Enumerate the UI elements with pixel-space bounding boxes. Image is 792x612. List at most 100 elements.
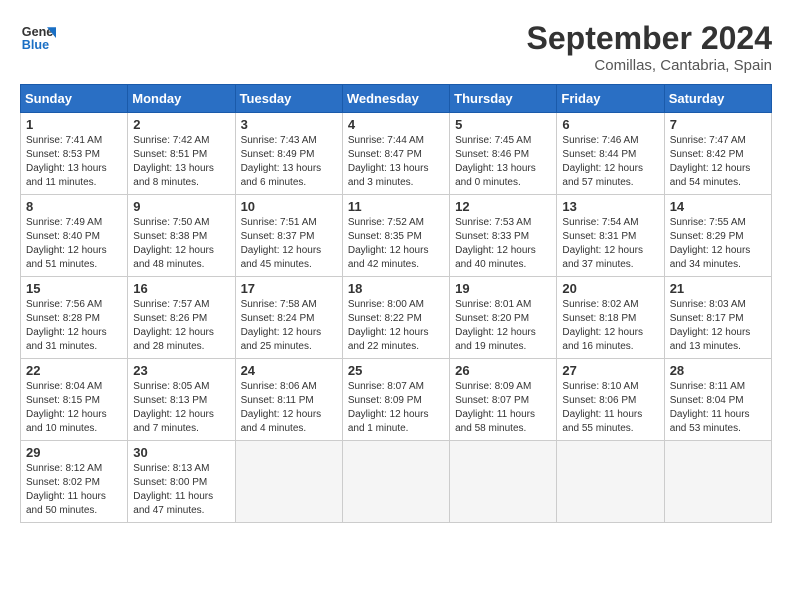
weekday-header-saturday: Saturday	[664, 85, 771, 113]
day-number: 26	[455, 363, 551, 378]
day-number: 17	[241, 281, 337, 296]
day-number: 9	[133, 199, 229, 214]
day-number: 7	[670, 117, 766, 132]
logo-icon: General Blue	[20, 20, 56, 56]
calendar-header-row: SundayMondayTuesdayWednesdayThursdayFrid…	[21, 85, 772, 113]
cell-info: Sunrise: 7:51 AMSunset: 8:37 PMDaylight:…	[241, 216, 337, 272]
calendar-cell	[235, 441, 342, 523]
day-number: 25	[348, 363, 444, 378]
calendar-cell: 16 Sunrise: 7:57 AMSunset: 8:26 PMDayligh…	[128, 277, 235, 359]
calendar-cell: 19 Sunrise: 8:01 AMSunset: 8:20 PMDayligh…	[450, 277, 557, 359]
cell-info: Sunrise: 7:54 AMSunset: 8:31 PMDaylight:…	[562, 216, 658, 272]
calendar-cell: 14Sunrise: 7:55 AMSunset: 8:29 PMDayligh…	[664, 195, 771, 277]
day-number: 1	[26, 117, 122, 132]
day-number: 3	[241, 117, 337, 132]
cell-info: Sunrise: 8:05 AMSunset: 8:13 PMDaylight:…	[133, 380, 229, 436]
weekday-header-sunday: Sunday	[21, 85, 128, 113]
calendar-cell: 28 Sunrise: 8:11 AMSunset: 8:04 PMDayligh…	[664, 359, 771, 441]
calendar-week-row: 15 Sunrise: 7:56 AMSunset: 8:28 PMDayligh…	[21, 277, 772, 359]
cell-info: Sunrise: 7:43 AMSunset: 8:49 PMDaylight:…	[241, 134, 337, 190]
day-number: 5	[455, 117, 551, 132]
calendar-cell	[664, 441, 771, 523]
day-number: 23	[133, 363, 229, 378]
cell-info: Sunrise: 8:12 AMSunset: 8:02 PMDaylight:…	[26, 462, 122, 518]
cell-info: Sunrise: 8:02 AMSunset: 8:18 PMDaylight:…	[562, 298, 658, 354]
calendar-cell: 24 Sunrise: 8:06 AMSunset: 8:11 PMDayligh…	[235, 359, 342, 441]
cell-info: Sunrise: 7:41 AMSunset: 8:53 PMDaylight:…	[26, 134, 122, 190]
day-number: 30	[133, 445, 229, 460]
calendar-cell: 9 Sunrise: 7:50 AMSunset: 8:38 PMDaylight…	[128, 195, 235, 277]
calendar-cell: 18 Sunrise: 8:00 AMSunset: 8:22 PMDayligh…	[342, 277, 449, 359]
calendar-cell: 7 Sunrise: 7:47 AMSunset: 8:42 PMDaylight…	[664, 113, 771, 195]
cell-info: Sunrise: 8:06 AMSunset: 8:11 PMDaylight:…	[241, 380, 337, 436]
cell-info: Sunrise: 8:00 AMSunset: 8:22 PMDaylight:…	[348, 298, 444, 354]
cell-info: Sunrise: 8:04 AMSunset: 8:15 PMDaylight:…	[26, 380, 122, 436]
title-block: September 2024 Comillas, Cantabria, Spai…	[527, 20, 772, 74]
cell-info: Sunrise: 7:52 AMSunset: 8:35 PMDaylight:…	[348, 216, 444, 272]
day-number: 21	[670, 281, 766, 296]
calendar-cell: 23 Sunrise: 8:05 AMSunset: 8:13 PMDayligh…	[128, 359, 235, 441]
cell-info: Sunrise: 8:13 AMSunset: 8:00 PMDaylight:…	[133, 462, 229, 518]
day-number: 4	[348, 117, 444, 132]
day-number: 16	[133, 281, 229, 296]
calendar-cell: 10 Sunrise: 7:51 AMSunset: 8:37 PMDayligh…	[235, 195, 342, 277]
calendar-cell: 3 Sunrise: 7:43 AMSunset: 8:49 PMDaylight…	[235, 113, 342, 195]
calendar-cell: 20Sunrise: 8:02 AMSunset: 8:18 PMDayligh…	[557, 277, 664, 359]
cell-info: Sunrise: 8:10 AMSunset: 8:06 PMDaylight:…	[562, 380, 658, 436]
calendar-cell: 27 Sunrise: 8:10 AMSunset: 8:06 PMDayligh…	[557, 359, 664, 441]
cell-info: Sunrise: 7:57 AMSunset: 8:26 PMDaylight:…	[133, 298, 229, 354]
calendar-cell: 11Sunrise: 7:52 AMSunset: 8:35 PMDayligh…	[342, 195, 449, 277]
cell-info: Sunrise: 7:42 AMSunset: 8:51 PMDaylight:…	[133, 134, 229, 190]
calendar-cell: 30 Sunrise: 8:13 AMSunset: 8:00 PMDayligh…	[128, 441, 235, 523]
day-number: 6	[562, 117, 658, 132]
calendar-cell: 29 Sunrise: 8:12 AMSunset: 8:02 PMDayligh…	[21, 441, 128, 523]
location-title: Comillas, Cantabria, Spain	[527, 57, 772, 74]
calendar-cell: 6 Sunrise: 7:46 AMSunset: 8:44 PMDaylight…	[557, 113, 664, 195]
weekday-header-tuesday: Tuesday	[235, 85, 342, 113]
day-number: 12	[455, 199, 551, 214]
day-number: 24	[241, 363, 337, 378]
day-number: 19	[455, 281, 551, 296]
cell-info: Sunrise: 7:50 AMSunset: 8:38 PMDaylight:…	[133, 216, 229, 272]
day-number: 29	[26, 445, 122, 460]
day-number: 22	[26, 363, 122, 378]
calendar-cell: 1 Sunrise: 7:41 AMSunset: 8:53 PMDaylight…	[21, 113, 128, 195]
day-number: 8	[26, 199, 122, 214]
calendar-week-row: 1 Sunrise: 7:41 AMSunset: 8:53 PMDaylight…	[21, 113, 772, 195]
day-number: 27	[562, 363, 658, 378]
calendar-week-row: 22 Sunrise: 8:04 AMSunset: 8:15 PMDayligh…	[21, 359, 772, 441]
cell-info: Sunrise: 8:11 AMSunset: 8:04 PMDaylight:…	[670, 380, 766, 436]
cell-info: Sunrise: 7:46 AMSunset: 8:44 PMDaylight:…	[562, 134, 658, 190]
calendar-cell: 13Sunrise: 7:54 AMSunset: 8:31 PMDayligh…	[557, 195, 664, 277]
calendar-cell: 25Sunrise: 8:07 AMSunset: 8:09 PMDayligh…	[342, 359, 449, 441]
calendar-cell: 2 Sunrise: 7:42 AMSunset: 8:51 PMDaylight…	[128, 113, 235, 195]
day-number: 2	[133, 117, 229, 132]
day-number: 10	[241, 199, 337, 214]
day-number: 18	[348, 281, 444, 296]
svg-text:Blue: Blue	[22, 38, 49, 52]
calendar-week-row: 29 Sunrise: 8:12 AMSunset: 8:02 PMDayligh…	[21, 441, 772, 523]
day-number: 28	[670, 363, 766, 378]
calendar-cell: 12 Sunrise: 7:53 AMSunset: 8:33 PMDayligh…	[450, 195, 557, 277]
weekday-header-friday: Friday	[557, 85, 664, 113]
calendar-cell: 26 Sunrise: 8:09 AMSunset: 8:07 PMDayligh…	[450, 359, 557, 441]
month-title: September 2024	[527, 20, 772, 57]
day-number: 15	[26, 281, 122, 296]
cell-info: Sunrise: 7:58 AMSunset: 8:24 PMDaylight:…	[241, 298, 337, 354]
cell-info: Sunrise: 7:47 AMSunset: 8:42 PMDaylight:…	[670, 134, 766, 190]
calendar-cell: 17 Sunrise: 7:58 AMSunset: 8:24 PMDayligh…	[235, 277, 342, 359]
day-number: 14	[670, 199, 766, 214]
calendar-cell: 21 Sunrise: 8:03 AMSunset: 8:17 PMDayligh…	[664, 277, 771, 359]
calendar-cell: 8Sunrise: 7:49 AMSunset: 8:40 PMDaylight…	[21, 195, 128, 277]
cell-info: Sunrise: 7:56 AMSunset: 8:28 PMDaylight:…	[26, 298, 122, 354]
calendar-table: SundayMondayTuesdayWednesdayThursdayFrid…	[20, 84, 772, 523]
cell-info: Sunrise: 8:01 AMSunset: 8:20 PMDaylight:…	[455, 298, 551, 354]
cell-info: Sunrise: 8:09 AMSunset: 8:07 PMDaylight:…	[455, 380, 551, 436]
cell-info: Sunrise: 7:53 AMSunset: 8:33 PMDaylight:…	[455, 216, 551, 272]
calendar-week-row: 8Sunrise: 7:49 AMSunset: 8:40 PMDaylight…	[21, 195, 772, 277]
calendar-cell	[342, 441, 449, 523]
weekday-header-thursday: Thursday	[450, 85, 557, 113]
weekday-header-wednesday: Wednesday	[342, 85, 449, 113]
weekday-header-monday: Monday	[128, 85, 235, 113]
cell-info: Sunrise: 8:03 AMSunset: 8:17 PMDaylight:…	[670, 298, 766, 354]
